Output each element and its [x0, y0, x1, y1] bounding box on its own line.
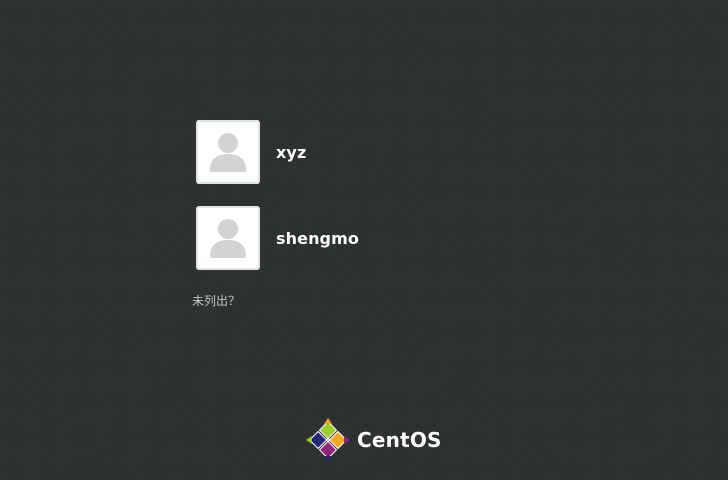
centos-logo-icon — [306, 418, 350, 462]
user-list: xyz shengmo — [196, 120, 516, 292]
user-item-shengmo[interactable]: shengmo — [196, 206, 516, 270]
user-name: xyz — [276, 142, 307, 162]
not-listed-link[interactable]: 未列出？ — [192, 292, 240, 309]
avatar[interactable] — [196, 206, 260, 270]
user-avatar-icon — [210, 133, 246, 172]
user-name: shengmo — [276, 228, 359, 248]
brand-logo: CentOS — [305, 417, 442, 463]
user-item-xyz[interactable]: xyz — [196, 120, 516, 184]
avatar[interactable] — [196, 120, 260, 184]
user-avatar-icon — [210, 219, 246, 258]
brand-name: CentOS — [357, 428, 442, 452]
